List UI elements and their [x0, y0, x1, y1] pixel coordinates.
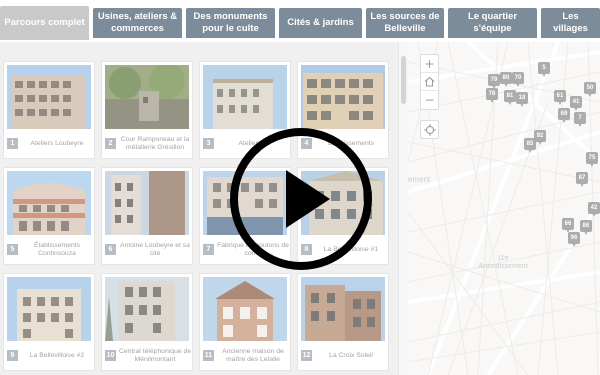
- tab-villages[interactable]: Les villages: [541, 8, 600, 38]
- gallery-card[interactable]: 10 Central téléphonique de Ménilmontant: [101, 273, 193, 371]
- site-number: 2: [105, 138, 116, 149]
- scrollbar-thumb[interactable]: [401, 56, 406, 104]
- gallery-scrollbar[interactable]: [398, 42, 408, 375]
- map-marker[interactable]: 87: [576, 172, 588, 187]
- map-marker[interactable]: 66: [562, 218, 574, 233]
- site-caption: Établissements Continsouza: [33, 241, 81, 257]
- site-photo: [7, 65, 91, 129]
- gallery-card[interactable]: 6 Antoine Loubeyre et sa cité: [101, 167, 193, 265]
- site-number: 11: [203, 350, 214, 361]
- category-tab-bar: Parcours complet Usines, ateliers & comm…: [0, 0, 600, 42]
- site-photo: [105, 171, 189, 235]
- site-photo: [105, 277, 189, 341]
- gallery-card[interactable]: 12 La Croix Soleil: [297, 273, 389, 371]
- map-marker[interactable]: 5: [538, 62, 550, 77]
- site-number: 10: [105, 350, 116, 361]
- site-caption: Ateliers Loubeyre: [30, 139, 84, 147]
- map-marker[interactable]: 69: [558, 108, 570, 123]
- map-zoom-control: + −: [420, 54, 439, 110]
- site-caption: Cour Ramponeau et la métallerie Grésillo…: [120, 135, 190, 151]
- site-number: 3: [203, 138, 214, 149]
- play-icon[interactable]: [228, 126, 374, 272]
- map-marker[interactable]: 7: [574, 112, 586, 127]
- map-marker[interactable]: 81: [504, 90, 516, 105]
- site-number: 12: [301, 350, 312, 361]
- map-marker[interactable]: 86: [580, 220, 592, 235]
- site-number: 9: [7, 350, 18, 361]
- site-number: 7: [203, 244, 214, 255]
- site-photo: [301, 277, 385, 341]
- map-marker[interactable]: 50: [584, 82, 596, 97]
- site-photo: [7, 277, 91, 341]
- site-photo: [203, 277, 287, 341]
- map-marker[interactable]: 96: [568, 232, 580, 247]
- site-photo: [301, 65, 385, 129]
- zoom-in-button[interactable]: +: [421, 55, 438, 73]
- district-label: 11e Arrondissement: [478, 255, 528, 270]
- map-marker[interactable]: 79: [488, 74, 500, 89]
- home-button[interactable]: [421, 73, 438, 91]
- site-caption: La Bellevilloise #2: [29, 351, 85, 359]
- zoom-out-button[interactable]: −: [421, 91, 438, 109]
- site-caption: Ancienne maison de maître des Letalle: [222, 347, 284, 363]
- gallery-card[interactable]: 11 Ancienne maison de maître des Letalle: [199, 273, 291, 371]
- map-marker[interactable]: 61: [554, 90, 566, 105]
- map-marker[interactable]: 78: [486, 88, 498, 103]
- tab-quartier-equipe[interactable]: Le quartier s'équipe: [448, 8, 537, 38]
- gallery-card[interactable]: 2 Cour Ramponeau et la métallerie Grésil…: [101, 61, 193, 159]
- site-photo: [105, 65, 189, 129]
- locate-button[interactable]: [420, 120, 439, 139]
- map-marker[interactable]: 41: [570, 96, 582, 111]
- site-number: 1: [7, 138, 18, 149]
- tab-cites-jardins[interactable]: Cités & jardins: [279, 8, 362, 38]
- map-marker[interactable]: 42: [588, 202, 600, 217]
- site-photo: [203, 65, 287, 129]
- map-marker[interactable]: 70: [512, 72, 524, 87]
- tab-usines-ateliers[interactable]: Usines, ateliers & commerces: [93, 8, 182, 38]
- site-number: 5: [7, 244, 18, 255]
- site-number: 6: [105, 244, 116, 255]
- map-marker[interactable]: 80: [500, 72, 512, 87]
- site-caption: La Croix Soleil: [329, 351, 373, 359]
- partial-district-label: ement: [408, 175, 431, 184]
- map-marker[interactable]: 75: [586, 152, 598, 167]
- tab-sources-belleville[interactable]: Les sources de Belleville: [366, 8, 444, 38]
- tab-parcours-complet[interactable]: Parcours complet: [0, 6, 89, 40]
- site-caption: Antoine Loubeyre et sa cité: [120, 241, 190, 257]
- site-caption: Central téléphonique de Ménilmontant: [118, 347, 192, 363]
- crosshair-icon: [423, 123, 436, 136]
- gallery-card[interactable]: 9 La Bellevilloise #2: [3, 273, 95, 371]
- gallery-card[interactable]: 5 Établissements Continsouza: [3, 167, 95, 265]
- tab-monuments-culte[interactable]: Des monuments pour le culte: [186, 8, 275, 38]
- map-marker[interactable]: 85: [524, 138, 536, 153]
- gallery-card[interactable]: 1 Ateliers Loubeyre: [3, 61, 95, 159]
- home-icon: [424, 76, 435, 87]
- site-photo: [7, 171, 91, 235]
- map-marker[interactable]: 18: [516, 92, 528, 107]
